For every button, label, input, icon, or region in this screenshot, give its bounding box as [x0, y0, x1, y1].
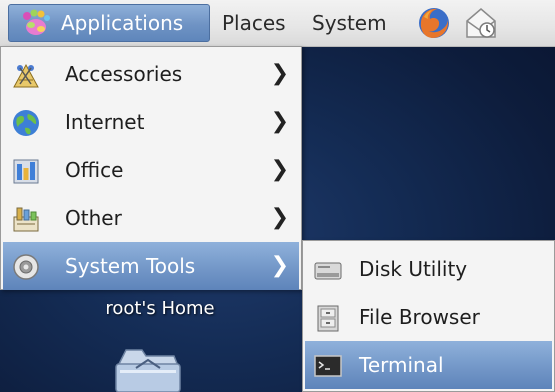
chevron-right-icon: ❯	[270, 157, 289, 182]
menu-item-label: File Browser	[359, 305, 480, 329]
system-tools-submenu: Disk Utility File Browser Terminal	[302, 240, 555, 392]
mail-icon[interactable]	[464, 5, 498, 41]
disk-utility-icon	[314, 262, 342, 280]
chevron-right-icon: ❯	[270, 61, 289, 86]
system-tools-icon	[13, 254, 39, 280]
firefox-icon[interactable]	[416, 5, 452, 41]
applications-menu-button[interactable]: Applications	[8, 4, 210, 42]
menu-item-label: Office	[65, 158, 124, 182]
menu-item-label: Accessories	[65, 62, 183, 86]
chevron-right-icon: ❯	[270, 205, 289, 230]
system-menu-button[interactable]: System	[312, 6, 387, 40]
chevron-right-icon: ❯	[270, 253, 289, 278]
places-menu-button[interactable]: Places	[222, 6, 286, 40]
menu-item-other[interactable]: Other ❯	[3, 194, 299, 242]
menu-item-internet[interactable]: Internet ❯	[3, 98, 299, 146]
home-folder-label[interactable]: root's Home	[70, 298, 250, 319]
home-folder-icon[interactable]	[112, 344, 184, 392]
terminal-icon	[314, 355, 342, 377]
menu-item-label: System Tools	[65, 254, 196, 278]
other-icon	[13, 207, 39, 232]
internet-globe-icon	[13, 110, 39, 136]
menu-item-system-tools[interactable]: System Tools ❯	[3, 242, 299, 290]
menu-item-file-browser[interactable]: File Browser	[305, 293, 552, 341]
menu-item-label: Disk Utility	[359, 257, 468, 281]
menu-item-label: Internet	[65, 110, 145, 134]
menu-item-label: Terminal	[359, 353, 444, 377]
office-icon	[13, 159, 39, 184]
applications-menu-label: Applications	[61, 11, 184, 35]
file-browser-icon	[317, 305, 339, 332]
menu-item-office[interactable]: Office ❯	[3, 146, 299, 194]
chevron-right-icon: ❯	[270, 109, 289, 134]
menu-item-disk-utility[interactable]: Disk Utility	[305, 245, 552, 293]
menu-item-terminal[interactable]: Terminal	[305, 341, 552, 389]
menu-item-accessories[interactable]: Accessories ❯	[3, 50, 299, 98]
applications-menu: Accessories ❯ Internet ❯ Office ❯ Other …	[0, 46, 302, 290]
menu-item-label: Other	[65, 206, 122, 230]
gnome-foot-icon	[23, 9, 50, 35]
top-panel: Applications Places System	[0, 0, 555, 47]
accessories-icon	[13, 63, 39, 88]
